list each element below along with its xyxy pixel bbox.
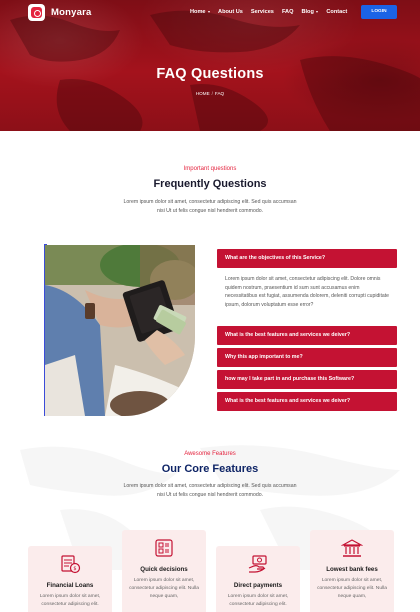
nav-label: Home xyxy=(190,9,206,15)
app-logo-icon xyxy=(28,4,45,21)
faq-answer-1: Lorem ipsum dolor sit amet, consectetur … xyxy=(225,276,389,308)
nav-item-faq[interactable]: FAQ xyxy=(282,9,294,15)
nav-label: Services xyxy=(250,9,274,15)
nav-item-blog[interactable]: Blog xyxy=(301,9,319,15)
faq-question-4[interactable]: how may I take part in and purchase this… xyxy=(217,370,397,389)
feature-card-direct-payments[interactable]: Direct payments Lorem ipsum dolor sit am… xyxy=(216,546,300,612)
breadcrumb-current: FAQ xyxy=(214,91,225,96)
feature-card-lowest-bank-fees[interactable]: Lowest bank fees Lorem ipsum dolor sit a… xyxy=(310,530,394,612)
hero-banner: Monyara Home About Us Services FAQ Blog … xyxy=(0,0,420,131)
svg-text:$: $ xyxy=(73,566,76,572)
nav-item-contact[interactable]: Contact xyxy=(326,9,347,15)
faq-eyebrow: Important questions xyxy=(183,166,237,172)
chevron-down-icon xyxy=(316,11,319,13)
nav-label: Contact xyxy=(326,9,348,15)
card-text: Lorem ipsum dolor sit amet, consectetur … xyxy=(317,578,387,600)
page-title: FAQ Questions xyxy=(156,66,264,82)
card-text: Lorem ipsum dolor sit amet, consectetur … xyxy=(227,594,289,608)
breadcrumb-home[interactable]: HOME xyxy=(196,91,210,96)
nav-item-about[interactable]: About Us xyxy=(218,9,243,15)
features-eyebrow: Awesome Features xyxy=(184,451,236,457)
nav-item-home[interactable]: Home xyxy=(190,9,211,15)
card-title: Direct payments xyxy=(233,582,283,589)
breadcrumb: HOME / FAQ xyxy=(0,91,420,96)
nav-label: Blog xyxy=(301,9,314,15)
card-text: Lorem ipsum dolor sit amet, consectetur … xyxy=(129,578,199,600)
nav-item-services[interactable]: Services xyxy=(251,9,274,15)
card-title: Lowest bank fees xyxy=(326,566,378,573)
main-nav: Home About Us Services FAQ Blog Contact xyxy=(190,9,347,15)
card-text: Lorem ipsum dolor sit amet, consectetur … xyxy=(39,594,101,608)
breadcrumb-separator: / xyxy=(211,91,213,96)
brand[interactable]: Monyara xyxy=(28,4,91,21)
features-section-title: Our Core Features xyxy=(161,463,259,475)
card-title: Quick decisions xyxy=(140,566,188,573)
nav-label: FAQ xyxy=(281,9,294,15)
faq-section-title: Frequently Questions xyxy=(153,178,267,190)
person-holding-wallet-photo xyxy=(45,245,195,416)
bank-icon xyxy=(341,539,363,557)
features-section-description: Lorem ipsum dolor sit amet, consectetur … xyxy=(123,483,297,498)
faq-question-1[interactable]: What are the objectives of this Service? xyxy=(217,249,397,268)
faq-question-2[interactable]: What is the best features and services w… xyxy=(217,326,397,345)
feature-card-quick-decisions[interactable]: Quick decisions Lorem ipsum dolor sit am… xyxy=(122,530,206,612)
faq-accordion: What are the objectives of this Service?… xyxy=(217,249,397,414)
card-title: Financial Loans xyxy=(46,582,94,589)
quick-decisions-icon xyxy=(155,539,173,557)
financial-loans-icon: $ xyxy=(61,555,81,574)
faq-question-3[interactable]: Why this app important to me? xyxy=(217,348,397,367)
direct-payments-icon xyxy=(248,555,267,573)
brand-name: Monyara xyxy=(51,7,92,18)
login-button[interactable]: LOGIN xyxy=(361,5,397,19)
faq-section-description: Lorem ipsum dolor sit amet, consectetur … xyxy=(123,199,297,214)
nav-label: About Us xyxy=(218,9,243,15)
feature-card-financial-loans[interactable]: $ Financial Loans Lorem ipsum dolor sit … xyxy=(28,546,112,612)
wallet-photo-illustration xyxy=(45,245,195,416)
faq-question-5[interactable]: What is the best features and services w… xyxy=(217,392,397,411)
chevron-down-icon xyxy=(208,11,211,13)
